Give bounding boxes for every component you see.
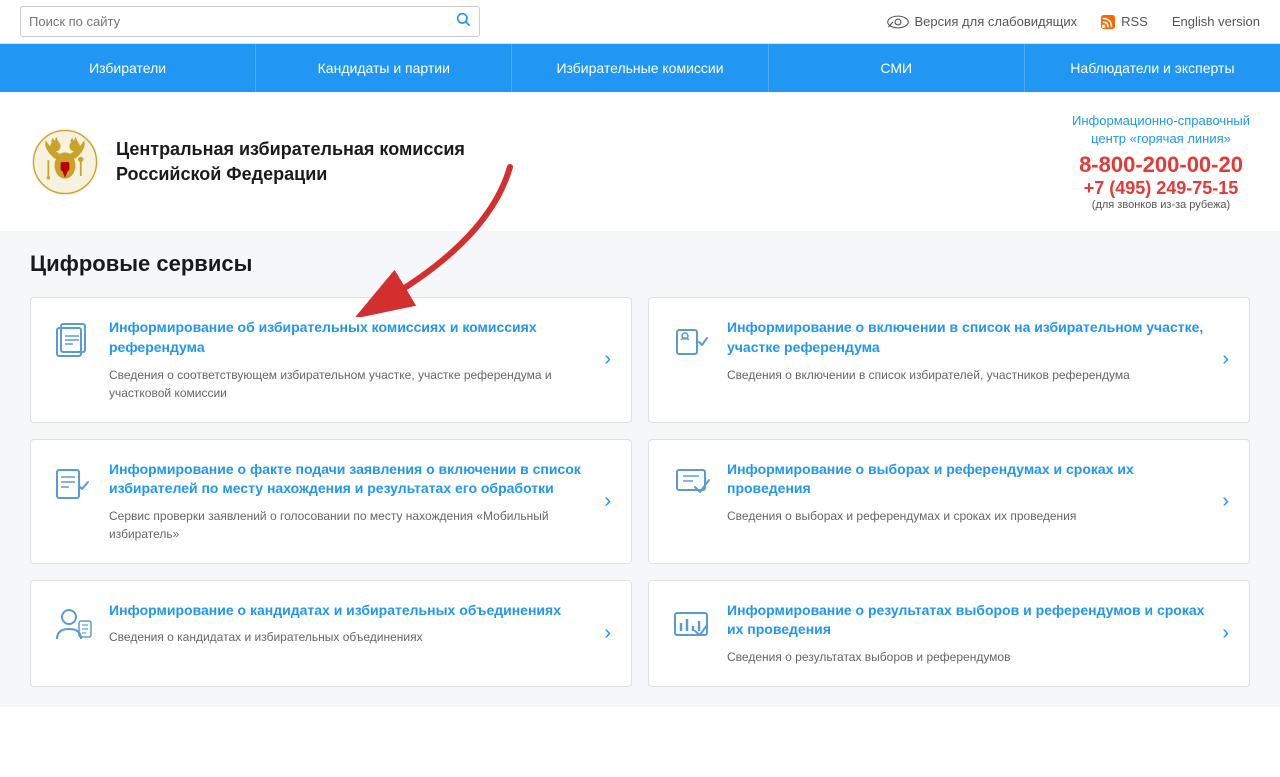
service-desc-application: Сервис проверки заявлений о голосовании … <box>109 507 590 543</box>
chevron-right-icon: › <box>604 348 611 371</box>
search-icon[interactable] <box>455 11 471 32</box>
service-title-voter-list: Информирование о включении в список на и… <box>727 318 1208 357</box>
main-content: Цифровые сервисы <box>0 231 1280 707</box>
service-desc-results: Сведения о результатах выборов и референ… <box>727 648 1208 666</box>
info-center-label: Информационно-справочныйцентр «горячая л… <box>1072 112 1250 148</box>
service-text-results: Информирование о результатах выборов и р… <box>727 601 1208 666</box>
phone-main: 8-800-200-00-20 <box>1072 152 1250 178</box>
application-icon <box>51 460 95 504</box>
service-card-voter-list-info[interactable]: Информирование о включении в список на и… <box>648 297 1250 422</box>
search-box[interactable] <box>20 6 480 37</box>
elections-icon <box>669 460 713 504</box>
phone-secondary: +7 (495) 249-75-15 <box>1072 178 1250 199</box>
info-center: Информационно-справочныйцентр «горячая л… <box>1072 112 1250 211</box>
service-desc-commission-info: Сведения о соответствующем избирательном… <box>109 366 590 402</box>
service-text-voter-list: Информирование о включении в список на и… <box>727 318 1208 383</box>
org-name: Центральная избирательная комиссия Росси… <box>116 137 465 187</box>
logo-section: Центральная избирательная комиссия Росси… <box>30 127 465 197</box>
emblem-logo <box>30 127 100 197</box>
chevron-right-icon-6: › <box>1222 622 1229 645</box>
service-desc-candidates: Сведения о кандидатах и избирательных об… <box>109 628 590 646</box>
english-label: English version <box>1172 14 1260 29</box>
commission-icon <box>51 318 95 362</box>
service-card-candidates-info[interactable]: Информирование о кандидатах и избиратель… <box>30 580 632 687</box>
chevron-right-icon-5: › <box>604 622 611 645</box>
results-icon <box>669 601 713 645</box>
service-title-application: Информирование о факте подачи заявления … <box>109 460 590 499</box>
service-text-commission-info: Информирование об избирательных комиссия… <box>109 318 590 401</box>
org-name-line2: Российской Федерации <box>116 162 465 187</box>
nav-item-commissions[interactable]: Избирательные комиссии <box>512 44 768 92</box>
service-card-application-info[interactable]: Информирование о факте подачи заявления … <box>30 439 632 564</box>
chevron-right-icon-2: › <box>1222 348 1229 371</box>
service-title-elections: Информирование о выборах и референдумах … <box>727 460 1208 499</box>
service-card-results-info[interactable]: Информирование о результатах выборов и р… <box>648 580 1250 687</box>
vision-icon <box>887 15 909 29</box>
service-title-results: Информирование о результатах выборов и р… <box>727 601 1208 640</box>
org-name-line1: Центральная избирательная комиссия <box>116 137 465 162</box>
nav-item-candidates[interactable]: Кандидаты и партии <box>256 44 512 92</box>
nav-bar: Избиратели Кандидаты и партии Избиратель… <box>0 44 1280 92</box>
service-desc-elections: Сведения о выборах и референдумах и срок… <box>727 507 1208 525</box>
vision-label: Версия для слабовидящих <box>915 14 1078 29</box>
service-card-commission-info[interactable]: Информирование об избирательных комиссия… <box>30 297 632 422</box>
nav-item-observers[interactable]: Наблюдатели и эксперты <box>1025 44 1280 92</box>
rss-link[interactable]: RSS <box>1101 14 1148 29</box>
candidates-icon <box>51 601 95 645</box>
section-title: Цифровые сервисы <box>30 251 1250 277</box>
service-desc-voter-list: Сведения о включении в список избирателе… <box>727 366 1208 384</box>
voter-list-icon <box>669 318 713 362</box>
services-grid: Информирование об избирательных комиссия… <box>30 297 1250 687</box>
service-text-elections: Информирование о выборах и референдумах … <box>727 460 1208 525</box>
nav-item-voters[interactable]: Избиратели <box>0 44 256 92</box>
rss-label: RSS <box>1121 14 1148 29</box>
search-input[interactable] <box>29 14 455 29</box>
service-text-candidates: Информирование о кандидатах и избиратель… <box>109 601 590 647</box>
header-area: Центральная избирательная комиссия Росси… <box>0 92 1280 231</box>
rss-icon <box>1101 15 1115 29</box>
service-title-commission-info: Информирование об избирательных комиссия… <box>109 318 590 357</box>
english-link[interactable]: English version <box>1172 14 1260 29</box>
top-bar: Версия для слабовидящих RSS English vers… <box>0 0 1280 44</box>
chevron-right-icon-3: › <box>604 490 611 513</box>
nav-item-media[interactable]: СМИ <box>769 44 1025 92</box>
phone-note: (для звонков из-за рубежа) <box>1072 199 1250 211</box>
top-right-links: Версия для слабовидящих RSS English vers… <box>887 14 1261 29</box>
service-card-elections-info[interactable]: Информирование о выборах и референдумах … <box>648 439 1250 564</box>
service-title-candidates: Информирование о кандидатах и избиратель… <box>109 601 590 621</box>
vision-link[interactable]: Версия для слабовидящих <box>887 14 1078 29</box>
chevron-right-icon-4: › <box>1222 490 1229 513</box>
service-text-application: Информирование о факте подачи заявления … <box>109 460 590 543</box>
